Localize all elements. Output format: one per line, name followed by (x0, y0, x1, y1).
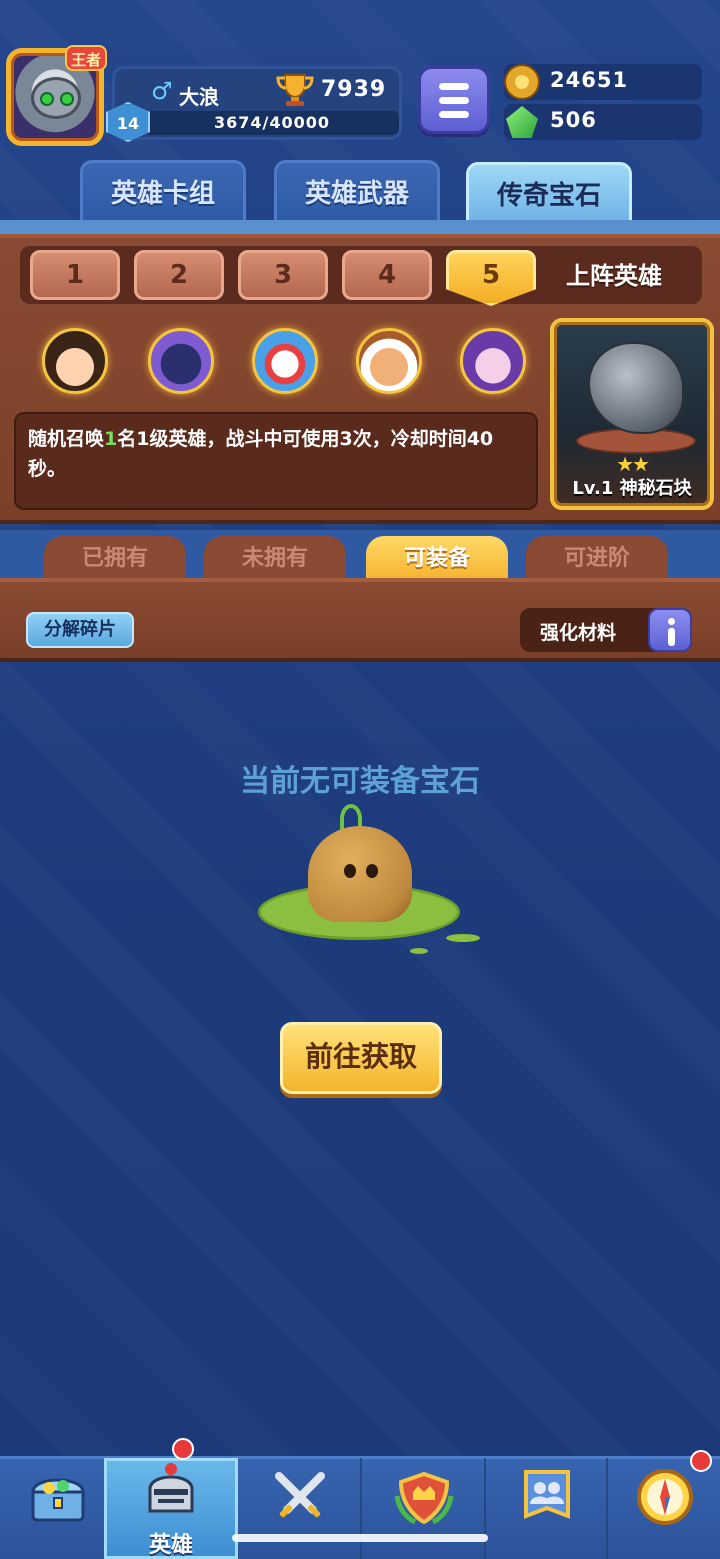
hero-clown-icon[interactable] (252, 328, 318, 394)
hero-notification-badge (172, 1438, 194, 1460)
explore-notification-badge (690, 1450, 712, 1472)
hero-knight-icon[interactable] (148, 328, 214, 394)
trophy-count: 7939 (321, 77, 387, 102)
tab-hero-deck[interactable]: 英雄卡组 (80, 160, 246, 222)
friends-banner-icon (524, 1470, 570, 1519)
tab-hero-weapon[interactable]: 英雄武器 (274, 160, 440, 222)
nav-guild[interactable] (364, 1458, 486, 1559)
filter-upgradable[interactable]: 可进阶 (526, 536, 668, 582)
gold-coin-icon (504, 64, 540, 100)
menu-line (439, 111, 469, 118)
avatar-left-eye (40, 92, 54, 106)
puddle-splash (410, 948, 428, 954)
nav-heroes-label: 英雄 (148, 1533, 193, 1558)
gem-currency[interactable]: 506 (504, 104, 702, 140)
info-icon[interactable] (648, 608, 692, 652)
nav-heroes[interactable]: 英雄 (104, 1458, 238, 1559)
deck-slot-3[interactable]: 3 (238, 250, 328, 300)
mystery-rock-icon (588, 342, 684, 434)
gold-currency[interactable]: 24651 (504, 64, 702, 100)
hero-ninja-icon[interactable] (42, 328, 108, 394)
treasure-chest-icon (31, 1478, 85, 1522)
mascot-eye (366, 864, 378, 878)
gem-value: 506 (550, 108, 597, 132)
gem-name: Lv.1 神秘石块 (572, 478, 692, 499)
nav-battle[interactable] (240, 1458, 362, 1559)
tab-strip-divider (0, 220, 720, 234)
deck-slot-2[interactable]: 2 (134, 250, 224, 300)
mascot-eye (344, 864, 356, 878)
deck-slot-1[interactable]: 1 (30, 250, 120, 300)
gold-value: 24651 (550, 68, 629, 92)
hero-chef-icon[interactable] (356, 328, 422, 394)
crossed-swords-icon (275, 1472, 325, 1518)
potato-mascot-icon (308, 826, 412, 922)
decompose-fragments-button[interactable]: 分解碎片 (26, 612, 134, 648)
empty-state-title: 当前无可装备宝石 (240, 764, 480, 799)
enhance-material-label: 强化材料 (540, 622, 617, 644)
description-text: 随机召唤 (28, 428, 105, 450)
info-bar (668, 628, 675, 646)
hero-mage-icon[interactable] (460, 328, 526, 394)
menu-button[interactable] (418, 66, 490, 134)
guild-shield-icon (394, 1471, 454, 1525)
xp-progress-bar: 3674/40000 (145, 111, 399, 135)
puddle-splash (446, 934, 480, 942)
nav-shop[interactable] (0, 1458, 118, 1559)
menu-line (439, 97, 469, 104)
nav-friends[interactable] (488, 1458, 608, 1559)
player-info-panel[interactable]: ♂ 大浪 7939 3674/40000 (112, 66, 402, 140)
filter-owned[interactable]: 已拥有 (44, 536, 186, 582)
nav-explore[interactable] (610, 1458, 720, 1559)
green-gem-icon (506, 106, 538, 138)
menu-line (439, 83, 469, 90)
player-name: 大浪 (179, 85, 219, 109)
trophy-icon (276, 74, 314, 106)
avatar-right-eye (60, 92, 74, 106)
deck-label: 上阵英雄 (566, 262, 662, 290)
gem-stars: ★★ (616, 452, 650, 476)
description-highlight: 1 (104, 428, 118, 450)
knight-helmet-icon (148, 1463, 194, 1513)
tab-legendary-gem[interactable]: 传奇宝石 (466, 162, 632, 224)
player-avatar[interactable]: 王者 (6, 45, 107, 146)
go-obtain-button[interactable]: 前往获取 (280, 1022, 442, 1094)
info-dot (668, 618, 675, 625)
filter-not-owned[interactable]: 未拥有 (204, 536, 346, 582)
equipped-gem-card[interactable]: ★★ Lv.1 神秘石块 (550, 318, 714, 510)
gender-icon: ♂ (151, 77, 173, 105)
compass-icon (637, 1469, 693, 1525)
rank-badge: 王者 (65, 45, 107, 71)
filter-equippable[interactable]: 可装备 (366, 536, 508, 582)
home-indicator[interactable] (232, 1534, 488, 1542)
enhance-material-button[interactable]: 强化材料 (520, 608, 692, 652)
avatar-face-icon (31, 77, 81, 119)
gem-description: 随机召唤1名1级英雄，战斗中可使用3次，冷却时间40秒。 (14, 412, 538, 510)
deck-slot-4[interactable]: 4 (342, 250, 432, 300)
xp-text: 3674/40000 (213, 113, 331, 132)
